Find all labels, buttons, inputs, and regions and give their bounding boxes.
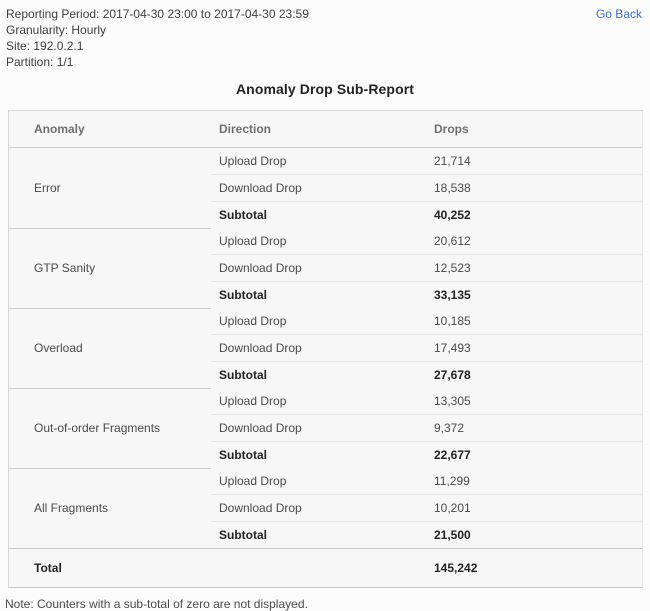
subtotal-value: 27,678 <box>426 361 642 388</box>
anomaly-group-name: All Fragments <box>9 467 211 549</box>
drops-cell: 12,523 <box>426 254 642 282</box>
partition-text: Partition: 1/1 <box>6 55 74 69</box>
drops-cell: 10,185 <box>434 314 471 328</box>
subtotal-label: Subtotal <box>211 441 426 468</box>
table-row: GTP Sanity Upload Drop 20,612 <box>9 227 642 308</box>
drops-cell: 10,201 <box>426 494 642 522</box>
subtotal-value: 33,135 <box>426 281 642 308</box>
subtotal-value: 40,252 <box>426 201 642 228</box>
subtotal-label: Subtotal <box>211 521 426 549</box>
subtotal-label: Subtotal <box>211 361 426 388</box>
anomaly-group-name: GTP Sanity <box>9 227 211 308</box>
direction-cell: Download Drop <box>211 334 426 362</box>
table-row: All Fragments Upload Drop 11,299 <box>9 467 642 549</box>
drops-cell: 9,372 <box>426 414 642 442</box>
subtotal-label: Subtotal <box>211 281 426 308</box>
drops-cell: 21,714 <box>434 154 471 168</box>
anomaly-group-name: Out-of-order Fragments <box>9 387 211 468</box>
direction-cell: Upload Drop <box>219 154 287 168</box>
grand-total-row: Total 145,242 <box>9 548 642 587</box>
subtotal-value: 22,677 <box>426 441 642 468</box>
direction-cell: Upload Drop <box>219 234 287 248</box>
grand-total-value: 145,242 <box>426 548 642 587</box>
go-back-link[interactable]: Go Back <box>596 6 642 21</box>
table-body: Error Upload Drop 21,714 Download Drop 18,53… <box>9 147 642 587</box>
direction-cell: Download Drop <box>211 174 426 202</box>
column-header-direction: Direction <box>211 111 426 148</box>
granularity-text: Granularity: Hourly <box>6 23 107 37</box>
page-title: Anomaly Drop Sub-Report <box>235 81 415 97</box>
direction-cell: Upload Drop <box>219 474 287 488</box>
column-header-anomaly: Anomaly <box>9 111 211 148</box>
drops-cell: 17,493 <box>426 334 642 362</box>
column-header-drops: Drops <box>426 111 642 148</box>
subtotal-value: 21,500 <box>426 521 642 549</box>
report-meta-header: Reporting Period: 2017-04-30 23:00 to 20… <box>0 0 650 70</box>
site-text: Site: 192.0.2.1 <box>6 39 84 53</box>
direction-cell: Upload Drop <box>219 314 287 328</box>
direction-cell: Download Drop <box>211 414 426 442</box>
table-row: Overload Upload Drop 10,185 <box>9 307 642 388</box>
drops-cell: 18,538 <box>426 174 642 202</box>
table-row: Error Upload Drop 21,714 <box>9 147 642 228</box>
table-row: Out-of-order Fragments Upload Drop 13,305 <box>9 387 642 468</box>
direction-cell: Download Drop <box>211 494 426 522</box>
anomaly-group-name: Error <box>9 147 211 228</box>
subtotal-label: Subtotal <box>211 201 426 228</box>
drops-cell: 20,612 <box>434 234 471 248</box>
table-header: Anomaly Direction Drops <box>9 111 642 148</box>
anomaly-drop-table: Anomaly Direction Drops Error Upload Drop… <box>9 111 642 587</box>
drops-cell: 13,305 <box>434 394 471 408</box>
grand-total-spacer <box>211 548 426 587</box>
grand-total-label: Total <box>9 548 211 587</box>
drops-cell: 11,299 <box>434 474 470 488</box>
direction-cell: Download Drop <box>211 254 426 282</box>
table-header-row: Anomaly Direction Drops <box>9 111 642 148</box>
direction-cell: Upload Drop <box>219 394 287 408</box>
reporting-period-text: Reporting Period: 2017-04-30 23:00 to 20… <box>6 7 309 21</box>
report-table-container: Anomaly Direction Drops Error Upload Drop… <box>8 110 643 588</box>
footer-note: Note: Counters with a sub-total of zero … <box>5 597 308 611</box>
report-meta-lines: Reporting Period: 2017-04-30 23:00 to 20… <box>6 6 309 70</box>
anomaly-group-name: Overload <box>9 307 211 388</box>
